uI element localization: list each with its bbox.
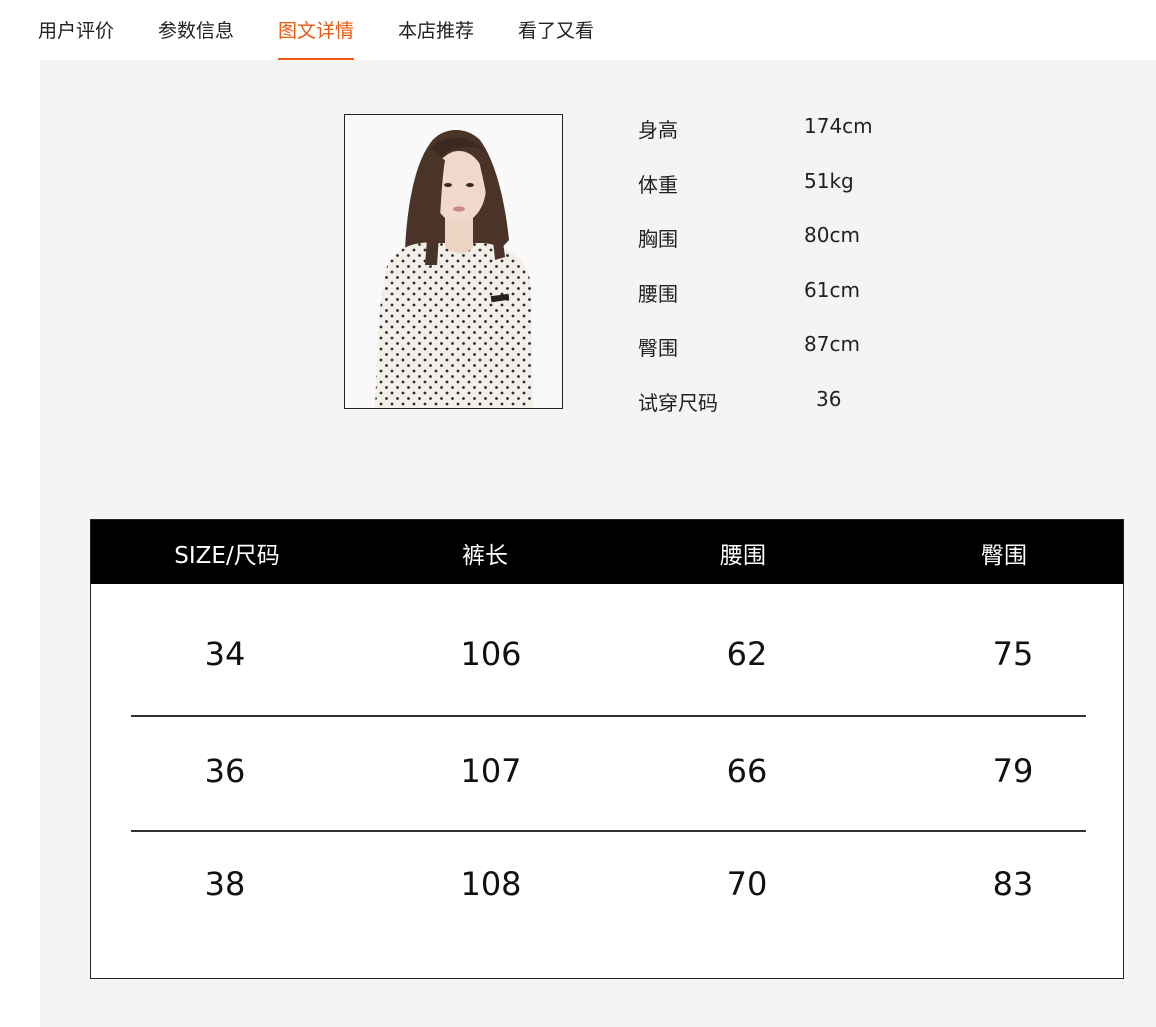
table-cell: 107 [460,752,522,790]
table-header-cell: 裤长 [462,543,508,569]
table-row: 36 107 66 79 [91,752,1123,852]
table-header-cell: 臀围 [981,543,1027,569]
table-cell: 83 [992,865,1034,903]
table-header-cell: 腰围 [720,543,766,569]
table-row: 34 106 62 75 [91,635,1123,735]
table-cell: 34 [204,635,246,673]
tab-bar: 用户评价 参数信息 图文详情 本店推荐 看了又看 [0,0,1156,60]
table-header: SIZE/尺码 裤长 腰围 臀围 [91,520,1123,584]
tab-user-reviews[interactable]: 用户评价 [38,16,114,60]
measurement-row: 体重 51kg [638,169,1038,199]
measurement-row: 臀围 87cm [638,332,1038,362]
measurement-row: 腰围 61cm [638,278,1038,308]
measurement-value: 36 [816,387,842,411]
measurement-label: 腰围 [638,282,678,306]
table-header-cell: SIZE/尺码 [174,543,280,569]
model-photo [344,114,563,409]
measurement-row: 胸围 80cm [638,223,1038,253]
table-cell: 62 [726,635,768,673]
measurement-label: 身高 [638,118,678,142]
measurement-value: 51kg [804,169,854,193]
tab-also-viewed[interactable]: 看了又看 [518,16,594,60]
table-row: 38 108 70 83 [91,865,1123,965]
table-cell: 79 [992,752,1034,790]
tab-store-recommendations[interactable]: 本店推荐 [398,16,474,60]
size-table: SIZE/尺码 裤长 腰围 臀围 34 106 62 75 36 107 66 … [90,519,1124,979]
row-divider [131,830,1086,832]
table-cell: 70 [726,865,768,903]
measurement-value: 87cm [804,332,860,356]
measurement-row: 身高 174cm [638,114,1038,144]
measurement-row: 试穿尺码 36 [638,387,1038,417]
measurement-value: 174cm [804,114,873,138]
measurement-label: 试穿尺码 [638,391,718,415]
tab-image-details[interactable]: 图文详情 [278,16,355,60]
measurement-label: 体重 [638,173,678,197]
measurement-label: 胸围 [638,227,678,251]
measurement-label: 臀围 [638,336,678,360]
table-cell: 38 [204,865,246,903]
table-cell: 106 [460,635,522,673]
table-cell: 108 [460,865,522,903]
table-cell: 36 [204,752,246,790]
tab-parameters[interactable]: 参数信息 [158,16,234,60]
table-cell: 66 [726,752,768,790]
row-divider [131,715,1086,717]
table-cell: 75 [992,635,1034,673]
measurement-value: 80cm [804,223,860,247]
measurement-value: 61cm [804,278,860,302]
detail-content: 身高 174cm 体重 51kg 胸围 80cm 腰围 61cm 臀围 87cm… [40,60,1156,1027]
